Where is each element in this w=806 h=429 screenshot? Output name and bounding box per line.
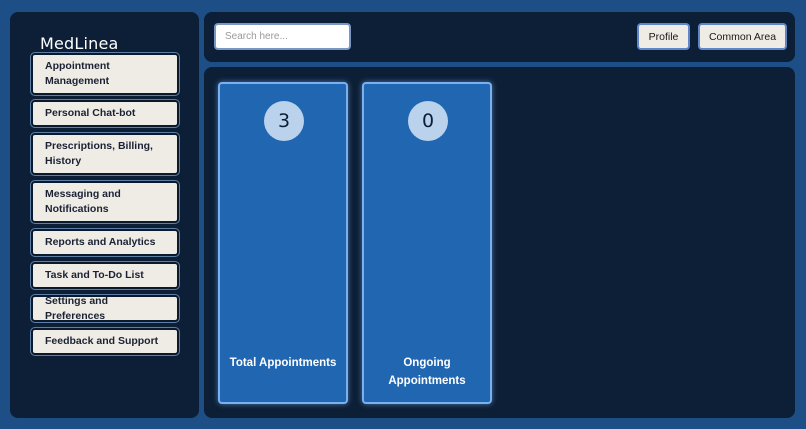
- stat-value-circle: 0: [408, 101, 448, 141]
- sidebar-item-settings-preferences[interactable]: Settings and Preferences: [30, 294, 180, 323]
- stat-value-circle: 3: [264, 101, 304, 141]
- sidebar-item-label: Appointment Management: [45, 60, 110, 87]
- sidebar-item-personal-chat-bot[interactable]: Personal Chat-bot: [30, 99, 180, 128]
- sidebar-item-label: Messaging and Notifications: [45, 188, 121, 215]
- common-area-button[interactable]: Common Area: [698, 23, 787, 50]
- sidebar-item-task-todo-list[interactable]: Task and To-Do List: [30, 261, 180, 290]
- sidebar-item-label: Settings and Preferences: [45, 294, 109, 322]
- total-appointments-card: 3 Total Appointments: [218, 82, 348, 404]
- search-input[interactable]: [214, 23, 351, 50]
- brand-logo: MedLinea: [40, 34, 119, 53]
- sidebar-item-appointment-management[interactable]: Appointment Management: [30, 52, 180, 96]
- sidebar-item-label: Personal Chat-bot: [45, 107, 136, 119]
- sidebar: MedLinea Appointment Management Personal…: [10, 12, 199, 418]
- main-content: 3 Total Appointments 0 Ongoing Appointme…: [204, 67, 795, 418]
- sidebar-item-label: Reports and Analytics: [45, 236, 156, 248]
- sidebar-item-prescriptions-billing-history[interactable]: Prescriptions, Billing, History: [30, 132, 180, 176]
- sidebar-item-label: Prescriptions, Billing, History: [45, 140, 153, 167]
- stat-label: Ongoing Appointments: [388, 357, 466, 387]
- sidebar-item-feedback-support[interactable]: Feedback and Support: [30, 327, 180, 356]
- sidebar-item-reports-analytics[interactable]: Reports and Analytics: [30, 228, 180, 257]
- ongoing-appointments-card: 0 Ongoing Appointments: [362, 82, 492, 404]
- stat-label: Total Appointments: [229, 357, 337, 369]
- sidebar-item-label: Feedback and Support: [45, 335, 159, 347]
- sidebar-item-label: Task and To-Do List: [45, 269, 144, 281]
- top-bar: Profile Common Area: [204, 12, 795, 62]
- profile-button[interactable]: Profile: [637, 23, 690, 50]
- sidebar-item-messaging-notifications[interactable]: Messaging and Notifications: [30, 180, 180, 224]
